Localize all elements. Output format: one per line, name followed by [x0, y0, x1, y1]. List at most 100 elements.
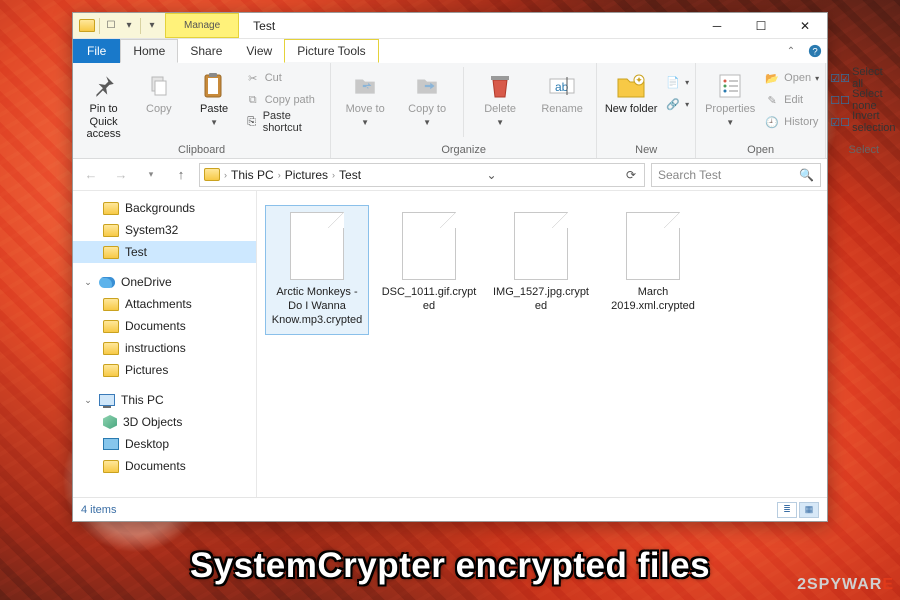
new-item-button[interactable]: 📄▾ [665, 71, 689, 93]
copy-icon [144, 71, 174, 101]
label: OneDrive [121, 275, 172, 289]
chevron-right-icon: › [276, 170, 283, 180]
invert-selection-button[interactable]: ☑☐ Invert selection [832, 111, 895, 133]
chevron-right-icon: › [330, 170, 337, 180]
sidebar-item-onedrive[interactable]: ⌄ OneDrive [73, 271, 256, 293]
sidebar-item-backgrounds[interactable]: Backgrounds [73, 197, 256, 219]
explorer-window: ☐ ▾ ▾ Manage Test ─ ☐ ✕ File Home Share … [72, 12, 828, 522]
search-icon: 🔍 [799, 168, 814, 182]
label: 3D Objects [123, 415, 182, 429]
tab-view[interactable]: View [234, 39, 284, 63]
ribbon: Pin to Quick access Copy Paste ▼ [73, 63, 827, 159]
quick-access-toolbar: ☐ ▾ ▾ [73, 13, 165, 38]
qat-button[interactable]: ▾ [122, 19, 136, 33]
search-box[interactable]: Search Test 🔍 [651, 163, 821, 187]
copy-path-button[interactable]: ⧉ Copy path [245, 89, 324, 111]
recent-locations-button[interactable]: ▾ [139, 163, 163, 187]
edit-button[interactable]: ✎ Edit [764, 89, 819, 111]
sidebar-item-attachments[interactable]: Attachments [73, 293, 256, 315]
file-item[interactable]: DSC_1011.gif.crypted [377, 205, 481, 335]
navigation-pane[interactable]: Backgrounds System32 Test ⌄ OneDrive Atta… [73, 191, 257, 497]
group-clipboard: Pin to Quick access Copy Paste ▼ [73, 63, 331, 158]
address-bar[interactable]: › This PC › Pictures › Test ⌄ ⟳ [199, 163, 645, 187]
file-name: March 2019.xml.crypted [604, 286, 702, 314]
pin-to-quick-access-button[interactable]: Pin to Quick access [79, 67, 128, 141]
forward-button[interactable]: → [109, 163, 133, 187]
search-placeholder: Search Test [658, 168, 721, 182]
breadcrumb[interactable]: This PC [231, 168, 274, 182]
window-title: Test [239, 19, 275, 33]
paste-shortcut-button[interactable]: ⎘ Paste shortcut [245, 111, 324, 133]
file-item[interactable]: Arctic Monkeys - Do I Wanna Know.mp3.cry… [265, 205, 369, 335]
sidebar-item-documents[interactable]: Documents [73, 455, 256, 477]
sidebar-item-3d-objects[interactable]: 3D Objects [73, 411, 256, 433]
close-button[interactable]: ✕ [783, 13, 827, 39]
open-button[interactable]: 📂 Open ▾ [764, 67, 819, 89]
open-icon: 📂 [764, 70, 780, 86]
sidebar-item-system32[interactable]: System32 [73, 219, 256, 241]
collapse-icon[interactable]: ⌄ [83, 277, 93, 288]
chevron-down-icon: ▼ [496, 118, 504, 127]
tab-picture-tools[interactable]: Picture Tools [284, 39, 378, 63]
move-to-button[interactable]: Move to ▼ [337, 67, 393, 127]
label: System32 [125, 223, 178, 237]
rename-button[interactable]: ab Rename [534, 67, 590, 116]
tab-share[interactable]: Share [178, 39, 234, 63]
tab-home[interactable]: Home [120, 39, 178, 63]
breadcrumb[interactable]: Pictures [285, 168, 328, 182]
file-item[interactable]: March 2019.xml.crypted [601, 205, 705, 335]
collapse-ribbon-button[interactable]: ⌃ [779, 39, 803, 63]
label: Copy to [408, 103, 446, 116]
breadcrumb[interactable]: Test [339, 168, 361, 182]
file-icon [514, 212, 568, 280]
select-none-button[interactable]: ☐☐ Select none [832, 89, 895, 111]
refresh-button[interactable]: ⟳ [622, 168, 640, 182]
delete-button[interactable]: Delete ▼ [472, 67, 528, 127]
collapse-icon[interactable]: ⌄ [83, 395, 93, 406]
label: Test [125, 245, 147, 259]
paste-button[interactable]: Paste ▼ [189, 67, 238, 127]
watermark-text: 2SPYWAR [797, 576, 882, 593]
cube-icon [103, 415, 117, 429]
sidebar-item-desktop[interactable]: Desktop [73, 433, 256, 455]
sidebar-item-test[interactable]: Test [73, 241, 256, 263]
group-open: Properties ▼ 📂 Open ▾ ✎ Edit 🕘 [696, 63, 826, 158]
watermark: 2SPYWARE [797, 576, 894, 594]
address-dropdown-button[interactable]: ⌄ [482, 168, 500, 182]
cut-button[interactable]: ✂ Cut [245, 67, 324, 89]
label: Invert selection [852, 110, 895, 134]
file-tab[interactable]: File [73, 39, 120, 63]
delete-icon [485, 71, 515, 101]
qat-button[interactable]: ☐ [104, 19, 118, 33]
maximize-button[interactable]: ☐ [739, 13, 783, 39]
watermark-text: E [882, 576, 894, 593]
file-icon [626, 212, 680, 280]
sidebar-item-this-pc[interactable]: ⌄This PC [73, 389, 256, 411]
icons-view-button[interactable]: ▦ [799, 502, 819, 518]
sidebar-item-documents[interactable]: Documents [73, 315, 256, 337]
file-item[interactable]: IMG_1527.jpg.crypted [489, 205, 593, 335]
easy-access-button[interactable]: 🔗▾ [665, 93, 689, 115]
select-all-button[interactable]: ☑☑ Select all [832, 67, 895, 89]
context-label: Manage [184, 20, 220, 31]
chevron-right-icon: › [222, 170, 229, 180]
file-list[interactable]: Arctic Monkeys - Do I Wanna Know.mp3.cry… [257, 191, 827, 497]
new-folder-button[interactable]: ✦ New folder [603, 67, 659, 116]
copy-path-icon: ⧉ [245, 92, 261, 108]
copy-button[interactable]: Copy [134, 67, 183, 116]
group-new: ✦ New folder 📄▾ 🔗▾ New [597, 63, 696, 158]
back-button[interactable]: ← [79, 163, 103, 187]
qat-overflow[interactable]: ▾ [145, 19, 159, 33]
copy-to-button[interactable]: Copy to ▼ [399, 67, 455, 127]
minimize-button[interactable]: ─ [695, 13, 739, 39]
file-icon [402, 212, 456, 280]
label: Documents [125, 319, 186, 333]
history-button[interactable]: 🕘 History [764, 111, 819, 133]
sidebar-item-pictures[interactable]: Pictures [73, 359, 256, 381]
details-view-button[interactable]: ≣ [777, 502, 797, 518]
sidebar-item-instructions[interactable]: instructions [73, 337, 256, 359]
help-button[interactable]: ? [803, 39, 827, 63]
up-button[interactable]: ↑ [169, 163, 193, 187]
properties-button[interactable]: Properties ▼ [702, 67, 758, 127]
folder-icon [103, 224, 119, 237]
